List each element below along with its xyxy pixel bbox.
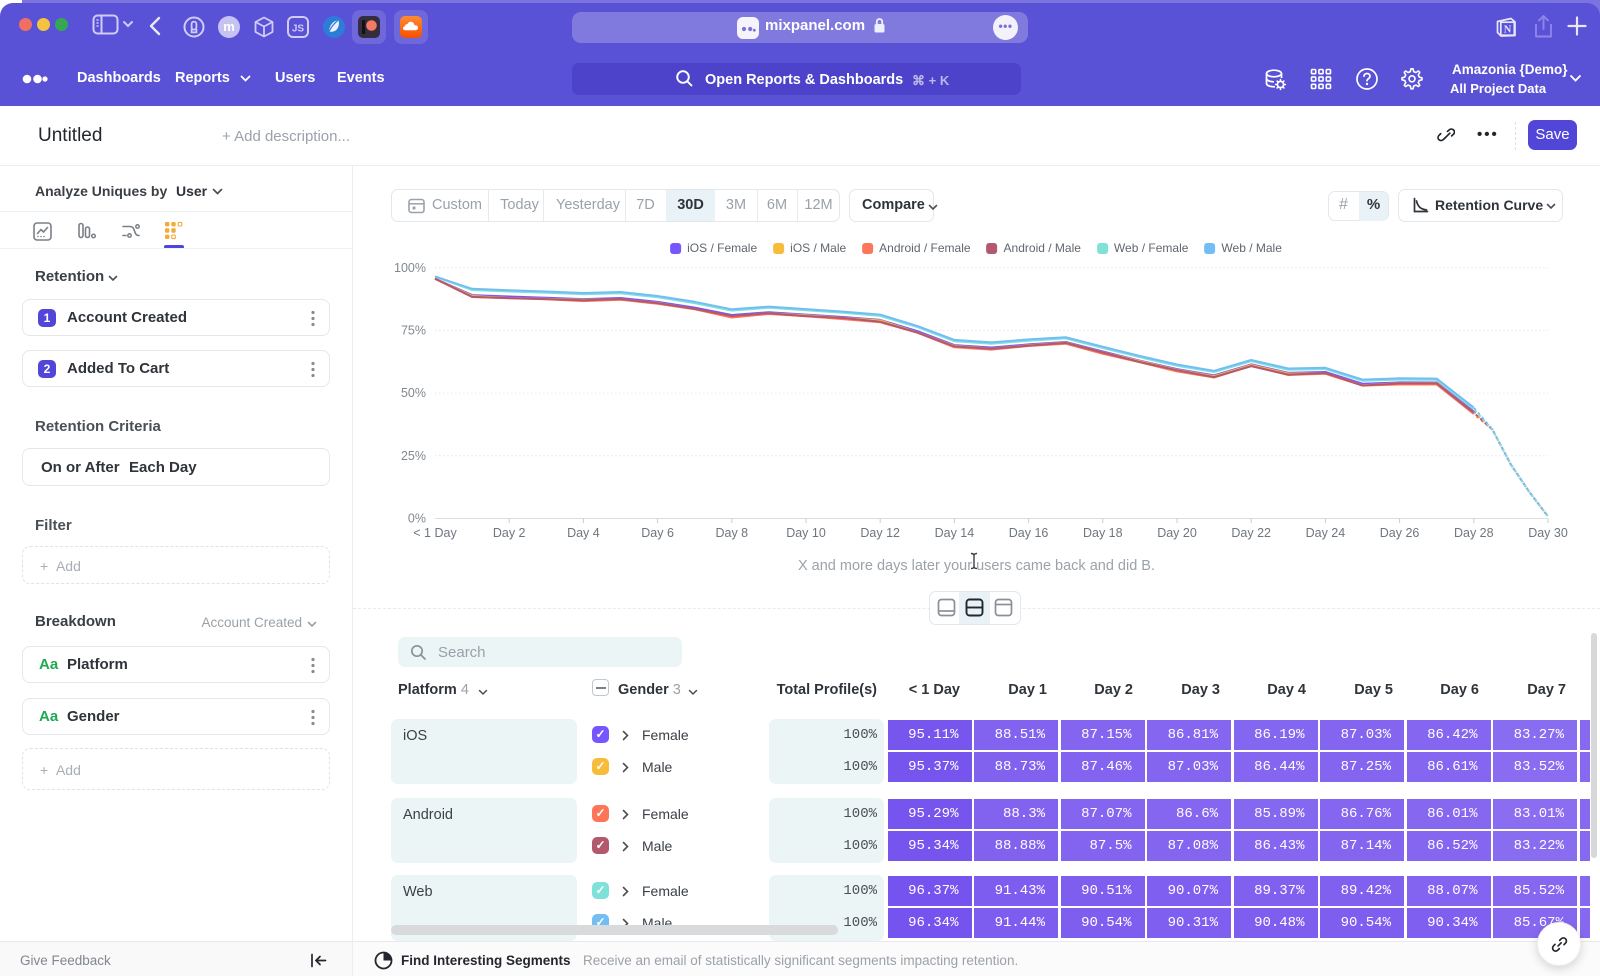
svg-text:Day 22: Day 22 — [1231, 526, 1271, 540]
svg-text:25%: 25% — [401, 449, 426, 463]
svg-text:Day 2: Day 2 — [493, 526, 526, 540]
svg-text:N: N — [1504, 25, 1512, 36]
svg-text:Day 4: Day 4 — [567, 526, 600, 540]
svg-text:Day 18: Day 18 — [1083, 526, 1123, 540]
svg-text:0%: 0% — [408, 512, 426, 526]
svg-text:Day 30: Day 30 — [1528, 526, 1568, 540]
svg-text:Day 16: Day 16 — [1009, 526, 1049, 540]
svg-text:Day 20: Day 20 — [1157, 526, 1197, 540]
svg-text:Day 12: Day 12 — [860, 526, 900, 540]
svg-text:Day 26: Day 26 — [1380, 526, 1420, 540]
svg-text:JS: JS — [292, 24, 305, 35]
svg-text:100%: 100% — [394, 261, 426, 275]
svg-text:Day 8: Day 8 — [715, 526, 748, 540]
svg-text:50%: 50% — [401, 386, 426, 400]
svg-text:Day 10: Day 10 — [786, 526, 826, 540]
svg-text:Day 24: Day 24 — [1306, 526, 1346, 540]
svg-text:< 1 Day: < 1 Day — [413, 526, 457, 540]
svg-text:Day 28: Day 28 — [1454, 526, 1494, 540]
svg-text:Day 14: Day 14 — [935, 526, 975, 540]
svg-text:Day 6: Day 6 — [641, 526, 674, 540]
svg-text:75%: 75% — [401, 324, 426, 338]
